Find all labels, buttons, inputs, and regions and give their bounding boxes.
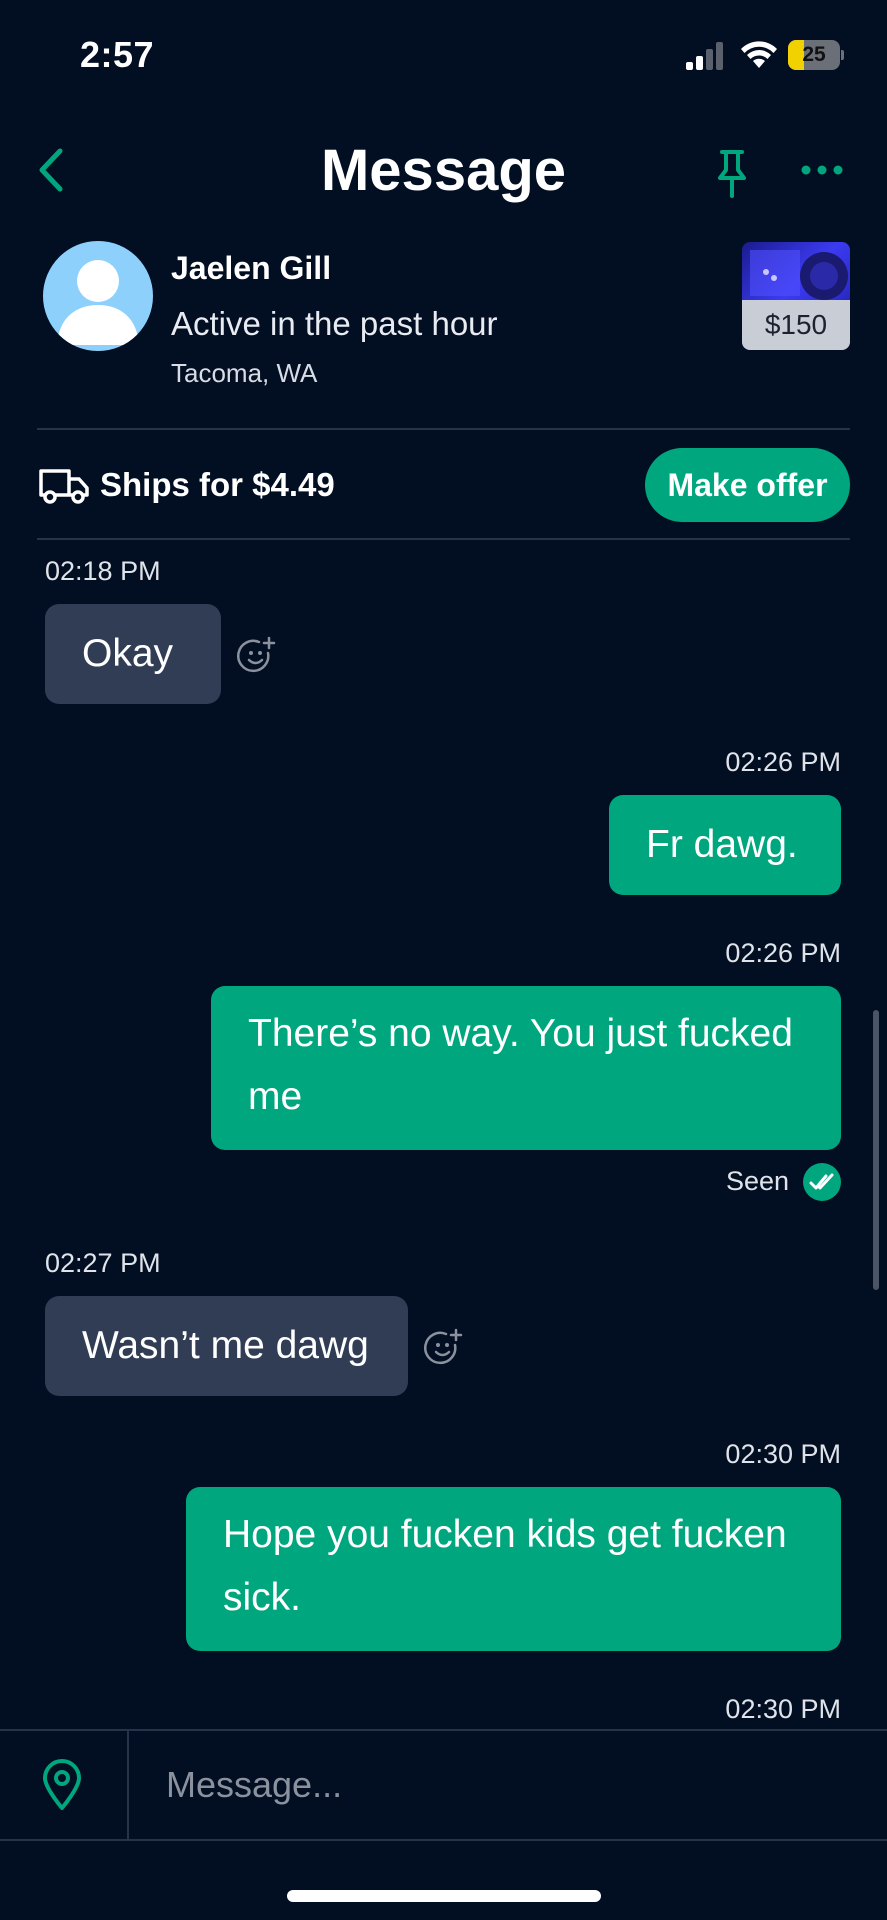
message-input[interactable] — [140, 1745, 860, 1825]
read-receipt-label: Seen — [726, 1166, 790, 1196]
wifi-icon — [741, 41, 777, 68]
seller-location: Tacoma, WA — [171, 358, 318, 388]
battery-level: 25 — [802, 43, 826, 66]
message-text-line: sick. — [223, 1576, 301, 1619]
message-text: Okay — [82, 632, 174, 675]
message-bubble-outgoing[interactable]: Fr dawg. — [609, 795, 841, 895]
message-timestamp: 02:30 PM — [725, 1439, 841, 1469]
add-reaction-icon[interactable] — [237, 636, 277, 676]
home-indicator[interactable] — [287, 1890, 601, 1902]
message-text: Wasn’t me dawg — [82, 1324, 369, 1367]
message-text: Fr dawg. — [646, 823, 798, 866]
make-offer-button[interactable]: Make offer — [645, 448, 850, 522]
message-text-line: There’s no way. You just fucked — [248, 1012, 793, 1055]
seller-activity-status: Active in the past hour — [171, 305, 498, 342]
shipping-price: Ships for $4.49 — [100, 466, 335, 503]
battery-icon: 25 — [788, 40, 844, 70]
message-timestamp: 02:18 PM — [45, 556, 161, 586]
location-pin-icon[interactable] — [40, 1758, 84, 1812]
message-timestamp: 02:27 PM — [45, 1248, 161, 1278]
message-bubble-incoming[interactable]: Wasn’t me dawg — [45, 1296, 408, 1396]
message-bubble-outgoing[interactable]: There’s no way. You just fucked me — [211, 986, 841, 1150]
divider — [37, 428, 850, 430]
listing-thumbnail[interactable]: $150 — [742, 242, 850, 350]
message-timestamp: 02:30 PM — [725, 1694, 841, 1724]
listing-photo — [750, 250, 848, 300]
user-silhouette-icon — [57, 260, 139, 345]
message-timestamp: 02:26 PM — [725, 747, 841, 777]
avatar[interactable] — [43, 241, 153, 351]
scrollbar[interactable] — [873, 1010, 879, 1290]
message-bubble-incoming[interactable]: Okay — [45, 604, 221, 704]
signal-icon — [686, 42, 723, 70]
more-icon[interactable] — [800, 160, 844, 180]
message-text-line: me — [248, 1075, 303, 1118]
divider — [37, 538, 850, 540]
message-text-line: Hope you fucken kids get fucken — [223, 1513, 787, 1556]
message-timestamp: 02:26 PM — [725, 938, 841, 968]
seller-name[interactable]: Jaelen Gill — [171, 250, 331, 287]
message-bubble-outgoing[interactable]: Hope you fucken kids get fucken sick. — [186, 1487, 841, 1651]
composer-divider — [127, 1731, 129, 1841]
double-check-icon — [803, 1163, 841, 1201]
truck-icon — [39, 469, 89, 504]
status-bar-time: 2:57 — [80, 34, 155, 75]
listing-price: $150 — [742, 300, 850, 350]
pin-icon[interactable] — [710, 148, 754, 200]
add-reaction-icon[interactable] — [424, 1328, 464, 1368]
